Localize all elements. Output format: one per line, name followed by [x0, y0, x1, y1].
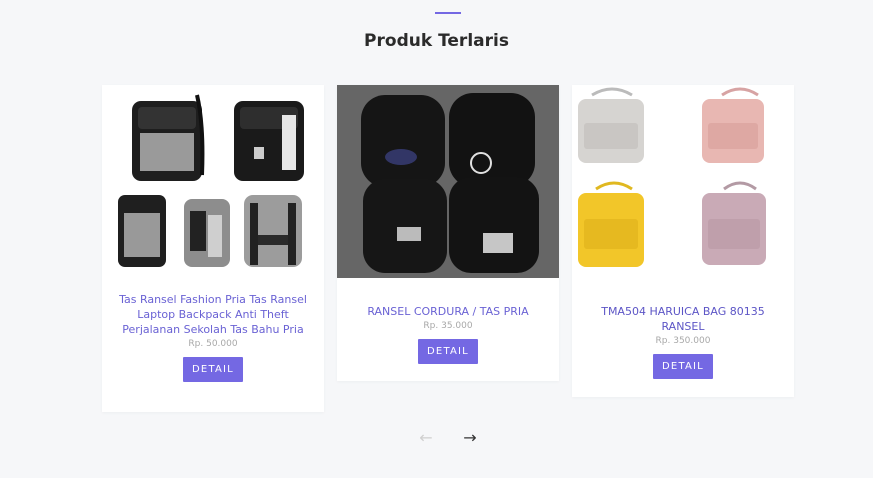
- product-name[interactable]: RANSEL CORDURA / TAS PRIA: [351, 292, 545, 319]
- detail-button[interactable]: DETAIL: [653, 354, 713, 379]
- arrow-left-icon[interactable]: ←: [416, 428, 436, 448]
- title-accent-line: [435, 12, 461, 14]
- product-image[interactable]: [102, 85, 324, 278]
- product-price: Rp. 35.000: [423, 321, 473, 331]
- product-image[interactable]: [572, 85, 794, 278]
- product-name[interactable]: TMA504 HARUICA BAG 80135 RANSEL: [586, 292, 780, 334]
- product-image[interactable]: [337, 85, 559, 278]
- product-info: TMA504 HARUICA BAG 80135 RANSEL Rp. 350.…: [572, 278, 794, 379]
- detail-button[interactable]: DETAIL: [183, 357, 243, 382]
- best-sellers-section: Produk Terlaris Tas Ransel Fashion Pria …: [0, 0, 873, 478]
- detail-button[interactable]: DETAIL: [418, 339, 478, 364]
- product-info: Tas Ransel Fashion Pria Tas Ransel Lapto…: [102, 278, 324, 382]
- product-price: Rp. 50.000: [188, 339, 238, 349]
- product-info: RANSEL CORDURA / TAS PRIA Rp. 35.000 DET…: [337, 278, 559, 364]
- section-title: Produk Terlaris: [364, 31, 509, 51]
- product-card[interactable]: TMA504 HARUICA BAG 80135 RANSEL Rp. 350.…: [572, 85, 794, 397]
- product-card[interactable]: RANSEL CORDURA / TAS PRIA Rp. 35.000 DET…: [337, 85, 559, 381]
- product-card[interactable]: Tas Ransel Fashion Pria Tas Ransel Lapto…: [102, 85, 324, 412]
- arrow-right-icon[interactable]: →: [460, 428, 480, 448]
- product-name[interactable]: Tas Ransel Fashion Pria Tas Ransel Lapto…: [116, 292, 310, 337]
- product-price: Rp. 350.000: [655, 336, 711, 346]
